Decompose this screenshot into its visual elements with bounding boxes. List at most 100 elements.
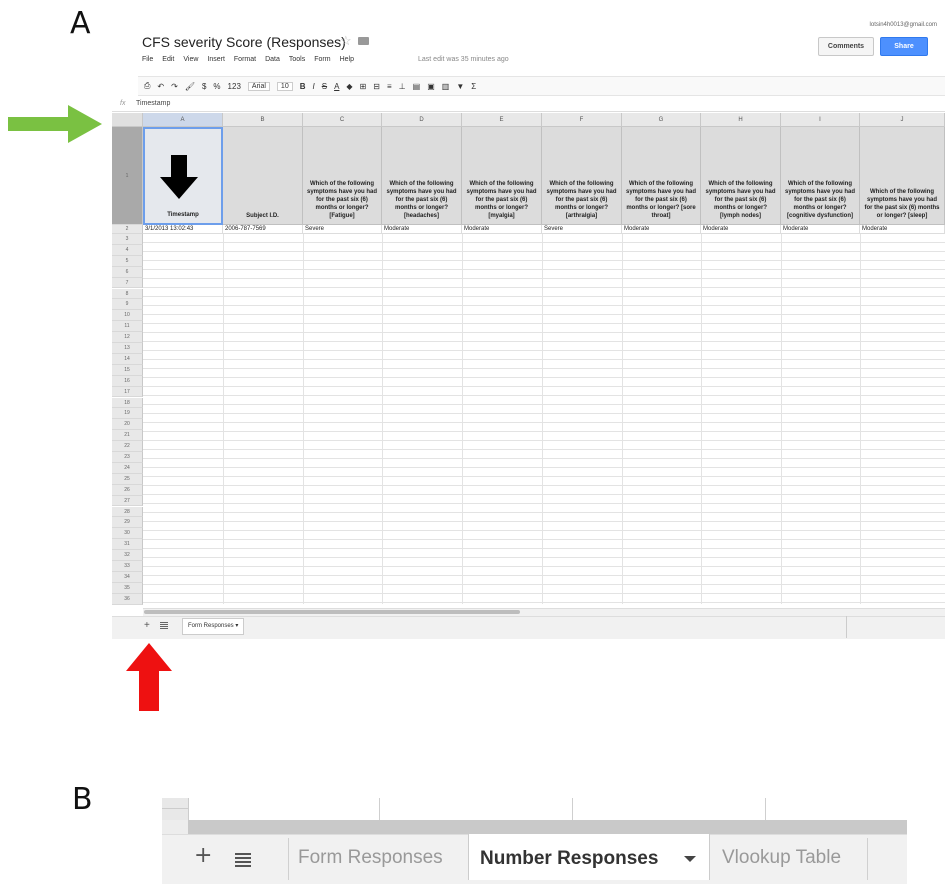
font-size-select[interactable]: 10 <box>276 81 293 91</box>
sheet-tab-form-responses[interactable]: Form Responses ▾ <box>182 618 245 635</box>
share-button[interactable]: Share <box>880 37 928 56</box>
select-all-corner[interactable] <box>112 113 143 127</box>
header-cell-arthralgia[interactable]: Which of the following symptoms have you… <box>542 127 622 225</box>
row-header-29[interactable]: 29 <box>112 517 143 529</box>
header-cell-sore-throat[interactable]: Which of the following symptoms have you… <box>622 127 701 225</box>
row-header-22[interactable]: 22 <box>112 441 143 452</box>
column-header-e[interactable]: E <box>462 113 542 127</box>
currency-button[interactable]: $ <box>202 82 206 91</box>
redo-icon[interactable]: ↷ <box>171 82 178 91</box>
header-cell-sleep[interactable]: Which of the following symptoms have you… <box>860 127 945 225</box>
row-header-25[interactable]: 25 <box>112 473 143 485</box>
insert-chart-icon[interactable]: ▥ <box>442 82 450 91</box>
percent-button[interactable]: % <box>213 82 220 91</box>
row-header-6[interactable]: 6 <box>112 266 143 278</box>
header-cell-myalgia[interactable]: Which of the following symptoms have you… <box>462 127 542 225</box>
data-cell-arthralgia[interactable]: Severe <box>542 225 622 234</box>
data-cell-subject-id[interactable]: 2006-787-7569 <box>223 225 303 234</box>
data-cell-sleep[interactable]: Moderate <box>860 225 945 234</box>
row-header-35[interactable]: 35 <box>112 582 143 594</box>
column-header-b[interactable]: B <box>223 113 303 127</box>
row-header-8[interactable]: 8 <box>112 288 143 300</box>
row-header-23[interactable]: 23 <box>112 452 143 463</box>
sheet-tab-vlookup-table[interactable]: Vlookup Table <box>722 847 841 869</box>
merge-icon[interactable]: ⊟ <box>373 82 380 91</box>
folder-icon[interactable] <box>358 37 369 45</box>
row-header-3[interactable]: 3 <box>112 234 143 245</box>
undo-icon[interactable]: ↶ <box>157 82 164 91</box>
align-icon[interactable]: ≡ <box>387 82 392 91</box>
text-color-button[interactable]: A <box>334 82 339 91</box>
column-header-i[interactable]: I <box>781 113 860 127</box>
last-edit-status[interactable]: Last edit was 35 minutes ago <box>418 56 509 63</box>
menu-form[interactable]: Form <box>314 56 330 63</box>
row-header-32[interactable]: 32 <box>112 550 143 561</box>
row-header-13[interactable]: 13 <box>112 343 143 354</box>
menu-view[interactable]: View <box>183 56 198 63</box>
menu-edit[interactable]: Edit <box>162 56 174 63</box>
row-header-27[interactable]: 27 <box>112 495 143 507</box>
menu-format[interactable]: Format <box>234 56 256 63</box>
row-header-9[interactable]: 9 <box>112 299 143 311</box>
column-header-a[interactable]: A <box>143 113 223 127</box>
filter-icon[interactable]: ▼ <box>456 82 464 91</box>
row-header-4[interactable]: 4 <box>112 244 143 256</box>
data-cell-myalgia[interactable]: Moderate <box>462 225 542 234</box>
menu-data[interactable]: Data <box>265 56 280 63</box>
row-header-15[interactable]: 15 <box>112 364 143 376</box>
data-cell-sore-throat[interactable]: Moderate <box>622 225 701 234</box>
data-cell-fatigue[interactable]: Severe <box>303 225 382 234</box>
row-header-10[interactable]: 10 <box>112 310 143 322</box>
row-header-28[interactable]: 28 <box>112 506 143 518</box>
column-header-c[interactable]: C <box>303 113 382 127</box>
row-header-19[interactable]: 19 <box>112 408 143 420</box>
row-header-31[interactable]: 31 <box>112 539 143 551</box>
data-cell-headaches[interactable]: Moderate <box>382 225 462 234</box>
menu-file[interactable]: File <box>142 56 153 63</box>
column-header-g[interactable]: G <box>622 113 701 127</box>
row-header-36[interactable]: 36 <box>112 593 143 605</box>
row-header-30[interactable]: 30 <box>112 528 143 540</box>
add-sheet-button[interactable]: + <box>194 843 212 868</box>
sheet-list-icon[interactable] <box>235 853 251 867</box>
menu-insert[interactable]: Insert <box>207 56 225 63</box>
header-cell-fatigue[interactable]: Which of the following symptoms have you… <box>303 127 382 225</box>
data-cell-lymph-nodes[interactable]: Moderate <box>701 225 781 234</box>
account-email[interactable]: lotsin4h0013@gmail.com <box>870 22 937 28</box>
header-cell-subject-id[interactable]: Subject I.D. <box>223 127 303 225</box>
star-icon[interactable]: ☆ <box>340 33 352 49</box>
header-cell-cognitive[interactable]: Which of the following symptoms have you… <box>781 127 860 225</box>
column-header-f[interactable]: F <box>542 113 622 127</box>
sheet-list-icon[interactable] <box>160 622 168 629</box>
comments-button[interactable]: Comments <box>818 37 874 56</box>
functions-button[interactable]: Σ <box>471 82 476 91</box>
borders-icon[interactable]: ⊞ <box>360 82 367 91</box>
column-header-d[interactable]: D <box>382 113 462 127</box>
data-cell-cognitive[interactable]: Moderate <box>781 225 860 234</box>
row-header-12[interactable]: 12 <box>112 332 143 343</box>
number-format-button[interactable]: 123 <box>228 82 241 91</box>
chevron-down-icon[interactable] <box>684 856 696 862</box>
row-header-21[interactable]: 21 <box>112 430 143 442</box>
row-header-1[interactable]: 1 <box>112 127 143 225</box>
row-header-20[interactable]: 20 <box>112 419 143 431</box>
bold-button[interactable]: B <box>300 82 306 91</box>
insert-comment-icon[interactable]: ▣ <box>427 82 435 91</box>
menu-help[interactable]: Help <box>340 56 354 63</box>
column-header-h[interactable]: H <box>701 113 781 127</box>
add-sheet-button[interactable]: + <box>144 620 150 631</box>
row-header-17[interactable]: 17 <box>112 386 143 398</box>
row-header-26[interactable]: 26 <box>112 484 143 496</box>
header-cell-lymph-nodes[interactable]: Which of the following symptoms have you… <box>701 127 781 225</box>
fill-color-icon[interactable]: ◆ <box>346 82 352 91</box>
font-select[interactable]: Arial <box>247 81 270 91</box>
sheet-tab-form-responses[interactable]: Form Responses <box>298 847 443 869</box>
row-header-2[interactable]: 2 <box>112 225 143 234</box>
horizontal-scrollbar[interactable] <box>188 820 907 834</box>
row-header-14[interactable]: 14 <box>112 353 143 365</box>
formula-bar[interactable]: fx Timestamp <box>112 98 945 112</box>
row-header-33[interactable]: 33 <box>112 561 143 572</box>
empty-rows[interactable] <box>143 234 945 604</box>
row-header-5[interactable]: 5 <box>112 255 143 267</box>
paint-format-icon[interactable]: 🖌 <box>185 82 195 91</box>
